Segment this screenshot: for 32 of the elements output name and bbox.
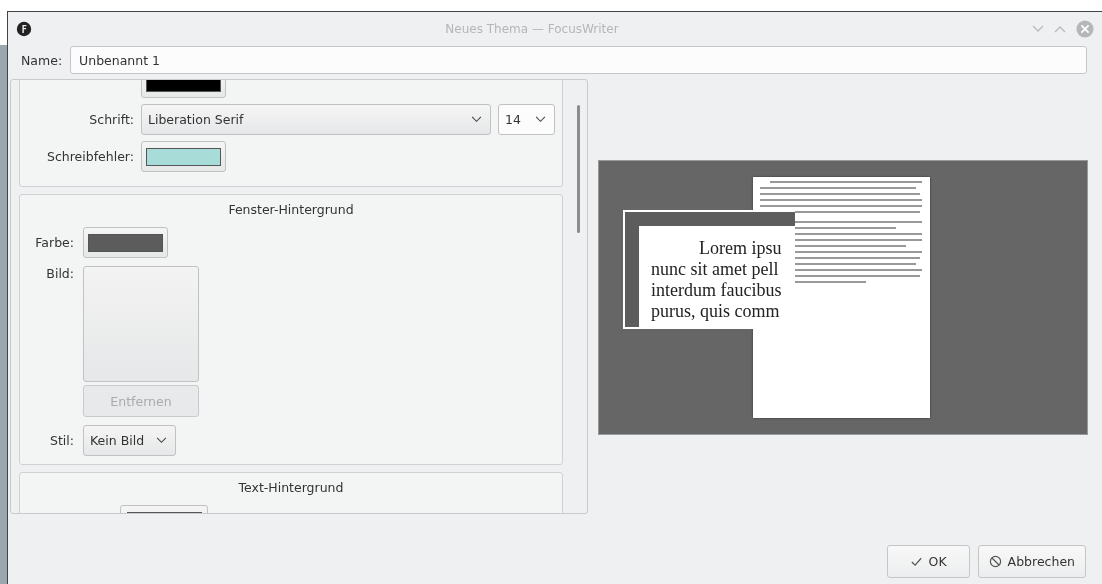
scrollbar-thumb[interactable] — [577, 105, 580, 233]
cancel-button[interactable]: Abbrechen — [977, 545, 1086, 578]
preview-text-line: purus, quis comm — [651, 300, 781, 322]
minimize-icon[interactable] — [1032, 24, 1044, 33]
style-dropdown[interactable]: Kein Bild — [83, 425, 176, 456]
name-label: Name: — [21, 52, 63, 68]
preview-text-line: interdum faucibus — [651, 279, 783, 301]
checkmark-icon — [909, 555, 923, 568]
app-logo-icon — [16, 20, 32, 37]
group-title: Fenster-Hintergrund — [227, 202, 355, 217]
caret-icon — [156, 437, 167, 444]
maximize-icon[interactable] — [1054, 24, 1066, 33]
color-swatch-button[interactable] — [83, 227, 168, 258]
cancel-icon — [988, 555, 1002, 568]
spelling-label: Schreibfehler: — [46, 149, 134, 164]
image-button[interactable] — [83, 266, 199, 382]
name-input-field[interactable]: Unbenannt 1 — [70, 46, 1087, 74]
window-title: Neues Thema — FocusWriter — [444, 21, 620, 36]
style-label: Stil: — [49, 433, 74, 448]
caret-icon — [471, 116, 482, 123]
font-label: Schrift: — [88, 112, 134, 127]
image-label: Bild: — [45, 266, 74, 281]
preview-text-line: nunc sit amet pell — [651, 258, 780, 280]
group-title: Text-Hintergrund — [237, 480, 345, 495]
preview-text-line: Lorem ipsu — [698, 237, 783, 259]
close-icon[interactable] — [1076, 19, 1094, 38]
font-dropdown[interactable]: Liberation Serif — [141, 104, 491, 135]
size-dropdown[interactable]: 14 — [498, 104, 555, 135]
color-label: Farbe: — [34, 235, 74, 250]
ok-button[interactable]: OK — [886, 545, 970, 578]
color-swatch-button[interactable] — [141, 141, 226, 172]
caret-icon — [535, 116, 546, 123]
